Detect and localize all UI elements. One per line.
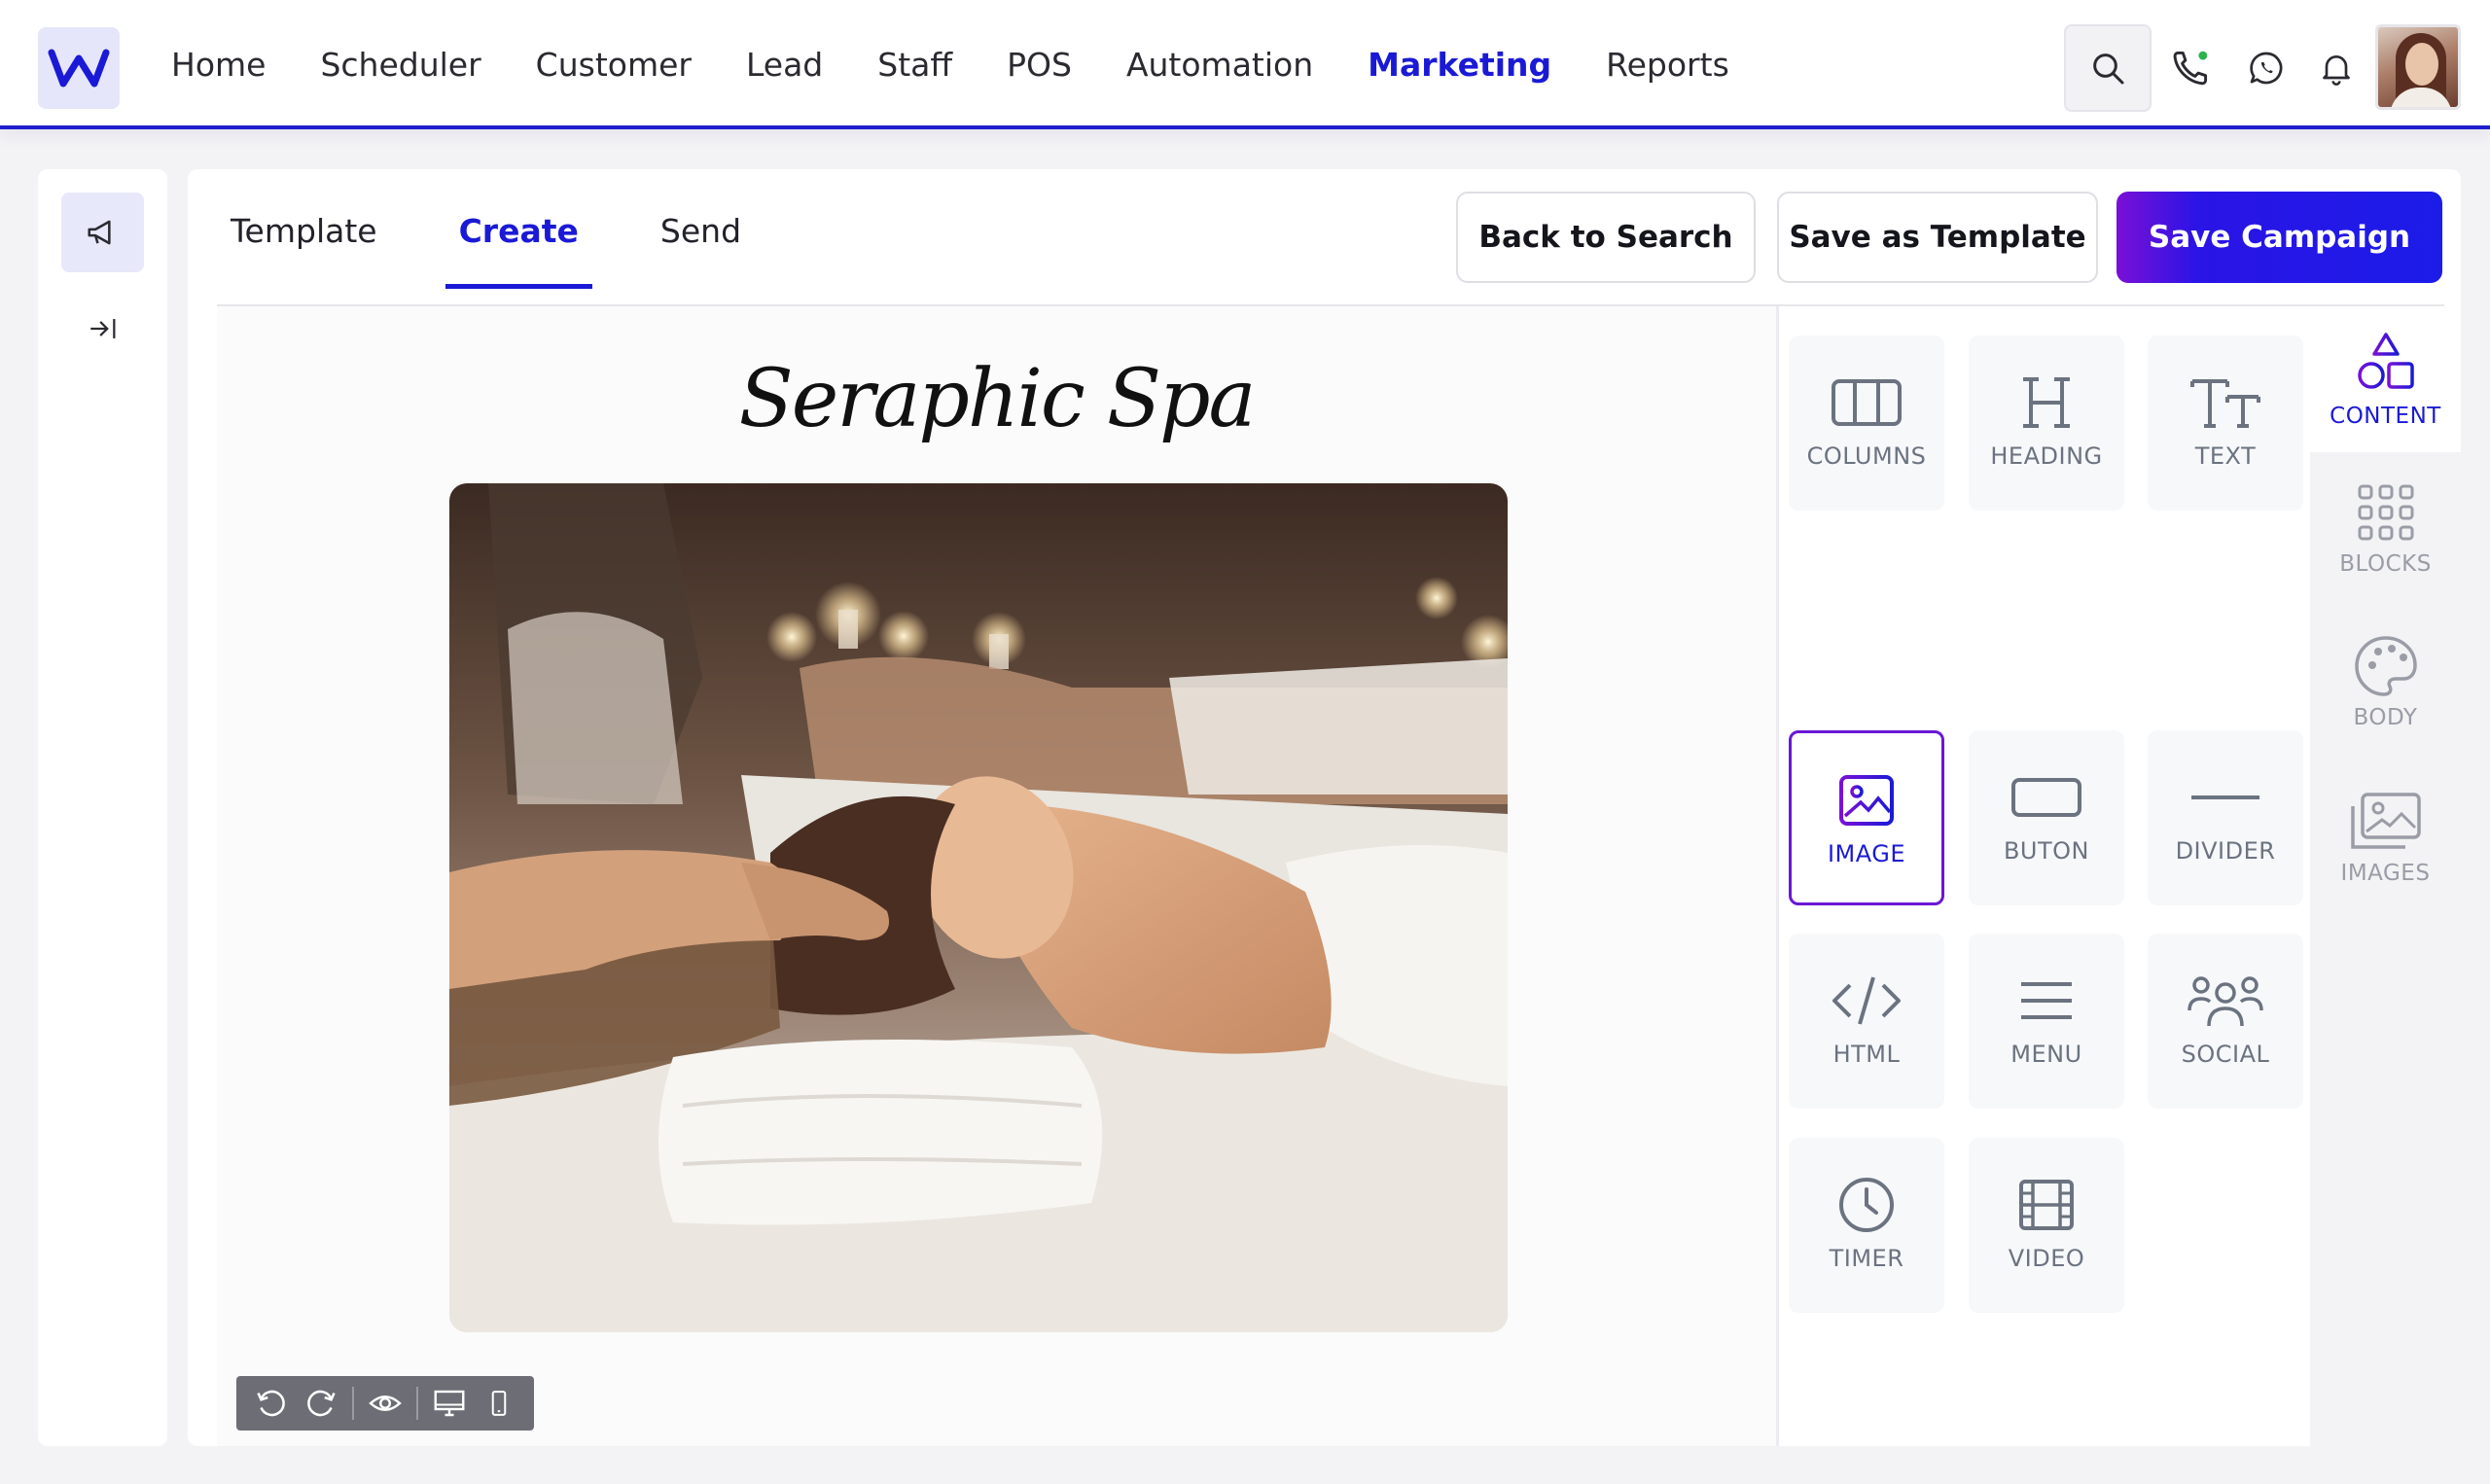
button-icon	[2011, 778, 2081, 817]
desktop-view-icon[interactable]	[424, 1378, 475, 1429]
category-images[interactable]: IMAGES	[2310, 763, 2461, 909]
editor-tabs: Template Create Send	[217, 169, 809, 305]
nav-item-reports[interactable]: Reports	[1606, 46, 1729, 84]
nav-item-automation[interactable]: Automation	[1126, 46, 1313, 84]
tool-heading[interactable]: HEADING	[1969, 336, 2124, 511]
category-blocks[interactable]: BLOCKS	[2310, 454, 2461, 600]
email-hero-image[interactable]	[449, 483, 1508, 1332]
grid-dots-icon	[2358, 484, 2413, 541]
canvas-toolbar	[236, 1376, 534, 1431]
nav-item-staff[interactable]: Staff	[877, 46, 952, 84]
images-icon	[2350, 793, 2421, 849]
tool-video[interactable]: VIDEO	[1969, 1138, 2124, 1313]
expand-sidebar-button[interactable]	[61, 289, 144, 369]
nav-item-marketing[interactable]: Marketing	[1368, 46, 1551, 84]
tool-columns[interactable]: COLUMNS	[1789, 336, 1944, 511]
heading-icon	[2023, 377, 2070, 428]
preview-eye-icon[interactable]	[360, 1378, 410, 1429]
tool-image[interactable]: IMAGE	[1789, 730, 1944, 905]
user-avatar[interactable]	[2375, 24, 2461, 110]
campaign-editor: Template Create Send Back to Search Save…	[188, 169, 2461, 1446]
nav-item-customer[interactable]: Customer	[536, 46, 692, 84]
nav-item-scheduler[interactable]: Scheduler	[320, 46, 480, 84]
tool-social[interactable]: SOCIAL	[2148, 934, 2303, 1109]
save-campaign-button[interactable]: Save Campaign	[2116, 192, 2442, 283]
expand-arrow-icon	[89, 319, 115, 338]
tool-divider[interactable]: DIVIDER	[2148, 730, 2303, 905]
shapes-icon	[2357, 333, 2414, 389]
email-canvas[interactable]: Seraphic Spa	[217, 306, 1776, 1446]
whatsapp-icon[interactable]	[2245, 47, 2288, 89]
category-content[interactable]: CONTENT	[2310, 306, 2461, 452]
divider-icon	[2191, 795, 2259, 799]
redo-icon[interactable]	[297, 1378, 347, 1429]
tool-menu[interactable]: MENU	[1969, 934, 2124, 1109]
tab-template[interactable]: Template	[217, 169, 391, 289]
nav-item-lead[interactable]: Lead	[746, 46, 823, 84]
film-icon	[2019, 1180, 2074, 1230]
search-icon	[2093, 53, 2124, 85]
bell-icon[interactable]	[2315, 47, 2358, 89]
phone-icon[interactable]	[2169, 47, 2212, 89]
undo-icon[interactable]	[246, 1378, 297, 1429]
nav-item-pos[interactable]: POS	[1007, 46, 1072, 84]
megaphone-icon	[87, 220, 111, 245]
clock-icon	[1839, 1178, 1894, 1232]
w-logo-icon[interactable]	[38, 27, 120, 109]
top-navigation-bar: Home Scheduler Customer Lead Staff POS A…	[0, 0, 2490, 129]
code-icon	[1832, 976, 1901, 1025]
image-icon	[1839, 775, 1894, 826]
tool-html[interactable]: HTML	[1789, 934, 1944, 1109]
tool-text[interactable]: TEXT	[2148, 336, 2303, 511]
tab-send[interactable]: Send	[647, 169, 755, 289]
mobile-view-icon[interactable]	[474, 1378, 524, 1429]
palette-icon	[2354, 636, 2417, 696]
category-rail: CONTENT BLOCKS BODY IMAGES	[2310, 306, 2461, 1446]
social-users-icon	[2188, 976, 2263, 1027]
back-to-search-button[interactable]: Back to Search	[1456, 192, 1756, 283]
tool-button[interactable]: BUTON	[1969, 730, 2124, 905]
save-as-template-button[interactable]: Save as Template	[1777, 192, 2098, 283]
main-nav: Home Scheduler Customer Lead Staff POS A…	[144, 0, 1757, 129]
search-button[interactable]	[2064, 24, 2152, 112]
nav-item-home[interactable]: Home	[171, 46, 266, 84]
menu-icon	[2021, 982, 2072, 1019]
columns-icon	[1832, 379, 1902, 426]
content-tools-panel: COLUMNS HEADING TEXT IMAGE BUTON DIVIDER…	[1779, 306, 2310, 1446]
text-icon	[2190, 379, 2260, 428]
left-rail	[38, 169, 167, 1446]
email-heading[interactable]: Seraphic Spa	[217, 353, 1776, 445]
tool-timer[interactable]: TIMER	[1789, 1138, 1944, 1313]
tab-create[interactable]: Create	[445, 169, 592, 289]
campaign-megaphone-button[interactable]	[61, 193, 144, 272]
category-body[interactable]: BODY	[2310, 608, 2461, 754]
